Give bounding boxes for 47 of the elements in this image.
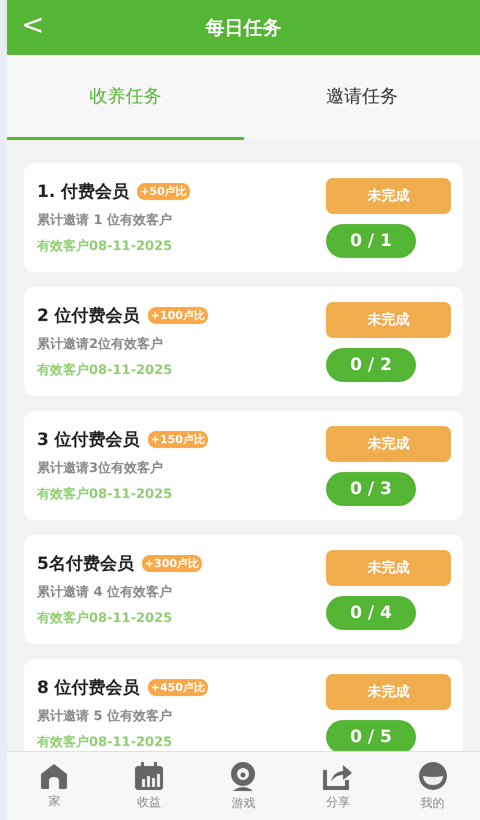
tab[interactable]: 邀请任务	[244, 55, 480, 140]
nav-label: 游戏	[231, 794, 256, 812]
chart-calendar-icon	[134, 762, 164, 790]
task-date: 有效客户08-11-2025	[37, 362, 174, 379]
status-button[interactable]: 未完成	[326, 426, 451, 462]
reward-badge: +150卢比	[148, 431, 208, 448]
back-button[interactable]: <	[21, 8, 44, 41]
progress-pill: 0 / 4	[326, 596, 416, 630]
reward-badge: +100卢比	[148, 307, 208, 324]
task-title: 8 位付费会员	[37, 677, 140, 699]
nav-item[interactable]: 我的	[402, 760, 463, 812]
task-description: 累计邀请 5 位有效客户	[37, 708, 174, 725]
reward-badge: +50卢比	[137, 183, 190, 200]
tab[interactable]: 收养任务	[7, 55, 244, 140]
progress-pill: 0 / 3	[326, 472, 416, 506]
task-description: 累计邀请 4 位有效客户	[37, 584, 174, 601]
status-button[interactable]: 未完成	[326, 550, 451, 586]
task-title: 5名付费会员	[37, 553, 134, 575]
nav-label: 收益	[136, 794, 161, 810]
task-title: 3 位付费会员	[37, 429, 140, 451]
nav-label: 我的	[420, 794, 445, 812]
task-title: 1. 付费会员	[37, 181, 130, 203]
nav-item[interactable]: 游戏	[213, 760, 274, 812]
page-title: 每日任务	[206, 16, 282, 40]
task-description: 累计邀请3位有效客户	[37, 460, 164, 477]
reward-badge: +450卢比	[148, 679, 208, 696]
nav-item[interactable]: 分享	[308, 762, 368, 810]
task-description: 累计邀请 1 位有效客户	[37, 212, 174, 229]
task-description: 累计邀请2位有效客户	[37, 336, 164, 353]
profile-icon	[418, 760, 448, 790]
nav-item[interactable]: 家	[24, 762, 84, 810]
reward-badge: +300卢比	[142, 555, 202, 572]
task-date: 有效客户08-11-2025	[37, 238, 174, 255]
status-button[interactable]: 未完成	[326, 302, 451, 338]
progress-pill: 0 / 2	[326, 348, 416, 382]
task-title: 2 位付费会员	[37, 305, 140, 327]
task-date: 有效客户08-11-2025	[37, 486, 174, 503]
progress-pill: 0 / 1	[326, 224, 416, 258]
nav-label: 分享	[326, 794, 350, 810]
progress-pill: 0 / 5	[326, 720, 416, 751]
task-date: 有效客户08-11-2025	[37, 610, 174, 627]
status-button[interactable]: 未完成	[326, 674, 451, 710]
nav-item[interactable]: 收益	[118, 762, 179, 810]
nav-label: 家	[48, 792, 60, 810]
task-date: 有效客户08-11-2025	[37, 734, 174, 751]
home-icon	[40, 762, 68, 788]
status-button[interactable]: 未完成	[326, 178, 451, 214]
